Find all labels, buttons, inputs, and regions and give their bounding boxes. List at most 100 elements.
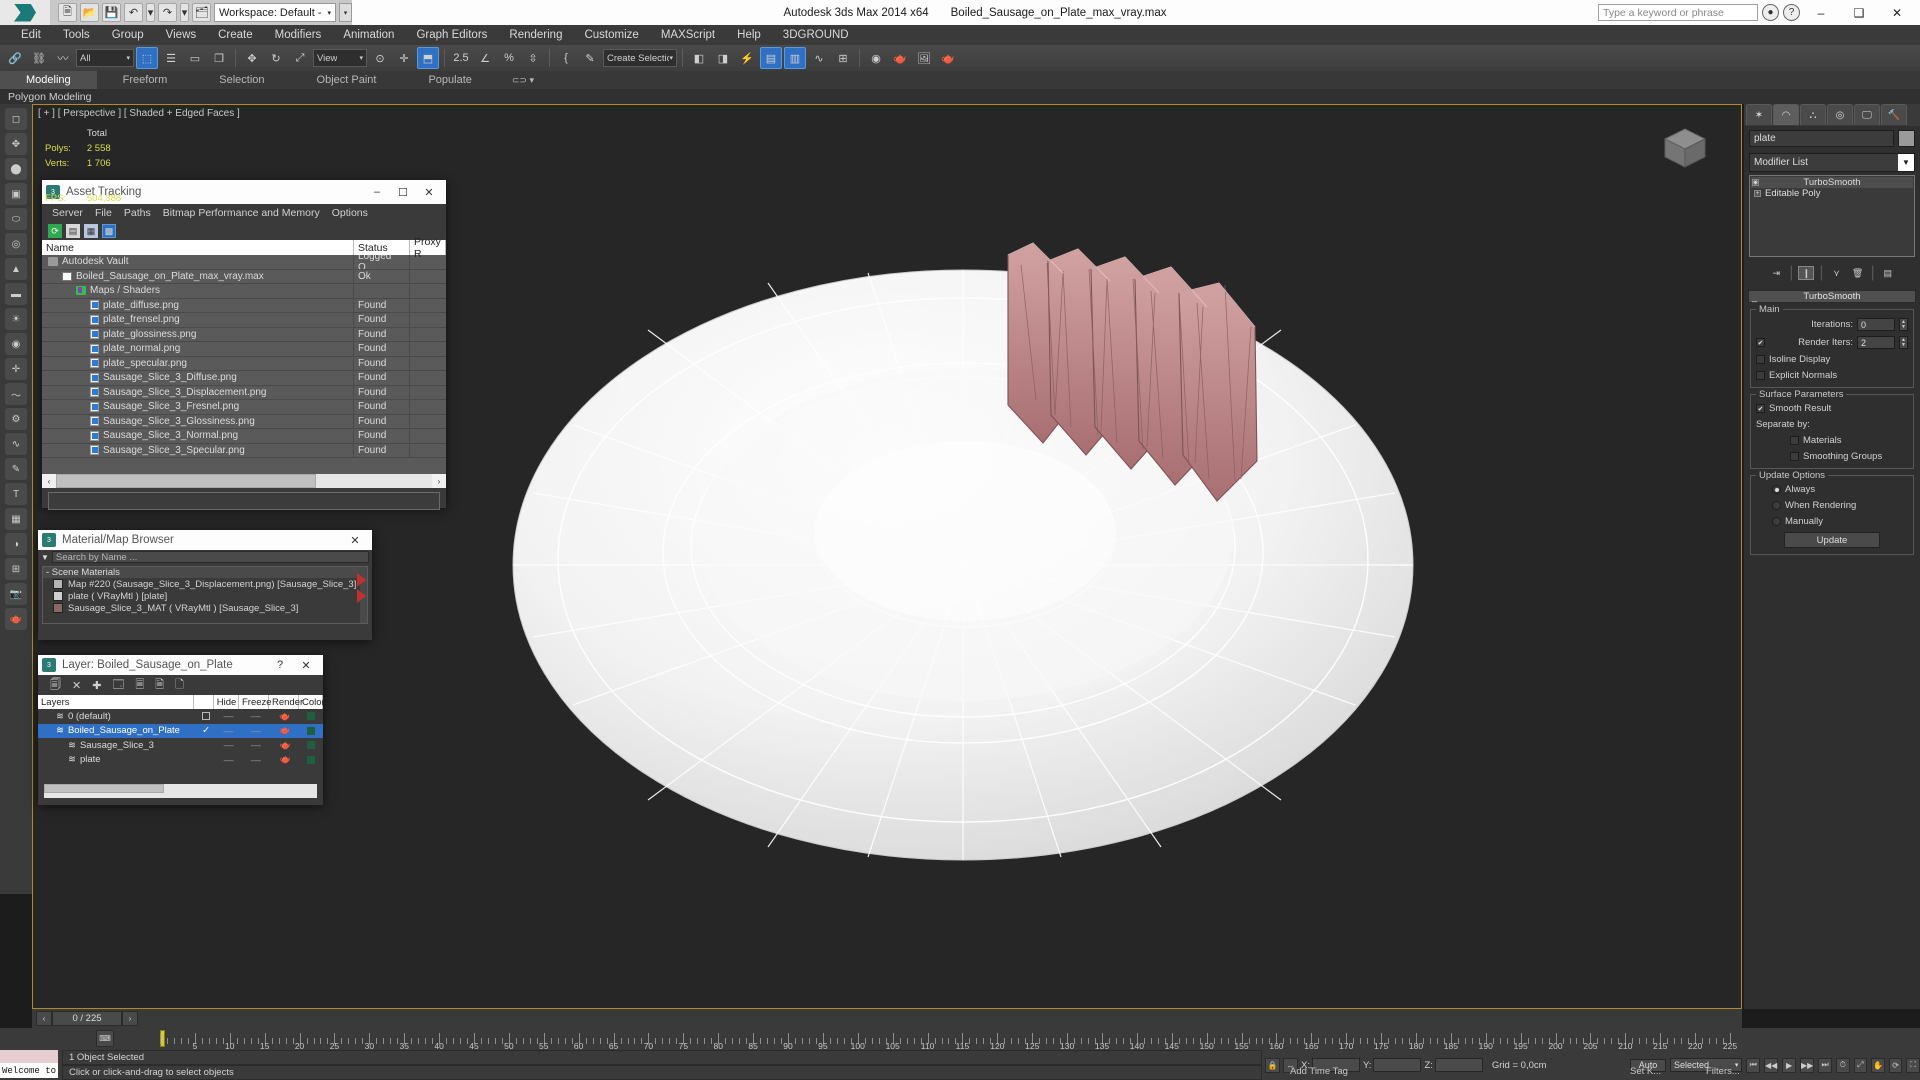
- layer-row[interactable]: ≋ Boiled_Sausage_on_Plate ✓ –– –– 🫖: [38, 723, 323, 738]
- menu-item-3dground[interactable]: 3DGROUND: [772, 25, 860, 45]
- layer-hide-toggle[interactable]: ––: [216, 711, 241, 721]
- scene-explorer-icon[interactable]: ▤: [760, 47, 782, 69]
- tool-material-icon[interactable]: ◑: [5, 533, 27, 555]
- material-map-browser-window[interactable]: 3 Material/Map Browser ✕ ▼ Search by Nam…: [38, 530, 372, 640]
- tab-utilities[interactable]: 🔨: [1881, 104, 1907, 125]
- add-new-layer-icon[interactable]: 🗋: [175, 676, 184, 695]
- modifier-stack[interactable]: ◉ TurboSmooth + Editable Poly: [1749, 175, 1915, 257]
- menu-item-group[interactable]: Group: [101, 25, 155, 45]
- list-item[interactable]: plate ( VRayMtl ) [plate]: [43, 590, 367, 602]
- view-cube-icon[interactable]: [1657, 119, 1713, 175]
- modifier-eye-icon[interactable]: ◉: [1752, 179, 1759, 186]
- layer-render-toggle[interactable]: 🫖: [270, 725, 299, 736]
- layer-title-bar[interactable]: 3 Layer: Boiled_Sausage_on_Plate ? ✕: [38, 655, 323, 675]
- tool-camera-icon[interactable]: ◉: [5, 333, 27, 355]
- key-mode-toggle-icon[interactable]: ⌨: [96, 1030, 114, 1047]
- layer-explorer-icon[interactable]: ⚡: [736, 47, 758, 69]
- close-button[interactable]: ✕: [1880, 0, 1914, 25]
- go-to-end-icon[interactable]: ⏭: [1818, 1057, 1832, 1073]
- column-header-status[interactable]: Status: [354, 240, 410, 255]
- reference-coordinate-combo[interactable]: View ▾: [313, 49, 367, 67]
- next-key-icon[interactable]: ▶▶: [1799, 1057, 1815, 1073]
- angle-snap-toggle-icon[interactable]: 2.5: [450, 47, 472, 69]
- tool-light-icon[interactable]: ☀: [5, 308, 27, 330]
- mirror-icon[interactable]: {: [555, 47, 577, 69]
- asset-tracking-minimize-button[interactable]: –: [364, 180, 390, 204]
- window-crossing-icon[interactable]: ❐: [208, 47, 230, 69]
- tab-display[interactable]: 🖵: [1854, 104, 1880, 125]
- scroll-right-icon[interactable]: ›: [432, 474, 446, 488]
- tool-select-icon[interactable]: ◻: [5, 108, 27, 130]
- tool-spline-icon[interactable]: ✎: [5, 458, 27, 480]
- layer-col-layers[interactable]: Layers: [38, 695, 195, 709]
- mmb-search-input[interactable]: Search by Name ...: [51, 551, 369, 563]
- maximize-viewport-icon[interactable]: ⛶: [1906, 1057, 1920, 1073]
- workspace-expand-icon[interactable]: ▾: [339, 3, 353, 22]
- snaps-toggle-icon[interactable]: ⬒: [417, 47, 439, 69]
- layer-hide-toggle[interactable]: ––: [216, 726, 241, 736]
- layer-scroll-thumb[interactable]: [44, 783, 164, 793]
- pin-stack-icon[interactable]: ⇥: [1768, 266, 1784, 280]
- layer-manager-icon[interactable]: ▥: [784, 47, 806, 69]
- ribbon-tab-populate[interactable]: Populate: [402, 71, 497, 89]
- tab-hierarchy[interactable]: ⛬: [1800, 104, 1826, 125]
- remove-modifier-icon[interactable]: 🗑: [1850, 266, 1866, 280]
- align-icon[interactable]: ✎: [579, 47, 601, 69]
- selection-filter-combo[interactable]: All ▾: [76, 49, 134, 67]
- keyword-search-input[interactable]: Type a keyword or phrase: [1598, 4, 1758, 21]
- project-folder-icon[interactable]: 🗂: [192, 3, 211, 22]
- table-row[interactable]: Autodesk Vault Logged O...: [42, 254, 446, 270]
- render-production-icon[interactable]: 🫖: [937, 47, 959, 69]
- current-layer-box-icon[interactable]: [202, 712, 211, 721]
- current-layer-check-icon[interactable]: ✓: [202, 725, 210, 736]
- open-file-icon[interactable]: 📂: [80, 3, 99, 22]
- scroll-left-icon[interactable]: ‹: [42, 474, 56, 488]
- layer-hide-toggle[interactable]: ––: [216, 740, 241, 750]
- show-end-result-icon[interactable]: ❙: [1798, 266, 1815, 280]
- smoothing-groups-checkbox[interactable]: [1790, 452, 1799, 461]
- layer-col-render[interactable]: Render: [269, 695, 303, 709]
- detail-view-icon[interactable]: ▦: [84, 224, 98, 238]
- layer-freeze-toggle[interactable]: ––: [241, 711, 270, 721]
- menu-item-create[interactable]: Create: [207, 25, 264, 45]
- render-frame-window-icon[interactable]: 🖼: [913, 47, 935, 69]
- layer-close-button[interactable]: ✕: [293, 655, 319, 675]
- render-iters-checkbox[interactable]: ✔: [1756, 338, 1765, 347]
- iterations-spinner[interactable]: ▲ ▼: [1899, 318, 1908, 331]
- modifier-list-dropdown[interactable]: Modifier List ▼: [1749, 153, 1915, 172]
- column-header-name[interactable]: Name: [42, 240, 354, 255]
- select-by-name-icon[interactable]: ☰: [160, 47, 182, 69]
- rollout-collapse-icon[interactable]: _: [1752, 292, 1757, 302]
- menu-item-customize[interactable]: Customize: [573, 25, 649, 45]
- at-menu-file[interactable]: File: [89, 207, 118, 219]
- application-menu-button[interactable]: [0, 0, 50, 25]
- menu-item-edit[interactable]: Edit: [10, 25, 52, 45]
- ribbon-tab-modeling[interactable]: Modeling: [0, 71, 97, 89]
- menu-item-tools[interactable]: Tools: [52, 25, 101, 45]
- mmb-group-scene-materials[interactable]: - Scene Materials: [43, 567, 367, 578]
- mmb-title-bar[interactable]: 3 Material/Map Browser ✕: [38, 530, 372, 550]
- schematic-view-icon[interactable]: ⊞: [832, 47, 854, 69]
- prev-key-icon[interactable]: ◀◀: [1764, 1057, 1779, 1073]
- new-file-icon[interactable]: 🗎: [58, 3, 77, 22]
- percent-snap-toggle-icon[interactable]: ∠: [474, 47, 496, 69]
- render-iters-input[interactable]: 2: [1857, 336, 1895, 349]
- select-link-icon[interactable]: 🔗: [4, 47, 26, 69]
- table-row[interactable]: Sausage_Slice_3_Fresnel.png Found: [42, 399, 446, 415]
- minimize-button[interactable]: –: [1804, 0, 1838, 25]
- make-unique-icon[interactable]: ⋎: [1829, 266, 1845, 280]
- edit-named-selection-sets-icon[interactable]: ⇳: [522, 47, 544, 69]
- tool-cylinder-icon[interactable]: ⬭: [5, 208, 27, 230]
- layer-freeze-toggle[interactable]: ––: [241, 740, 270, 750]
- isoline-display-checkbox[interactable]: [1756, 355, 1765, 364]
- add-selection-to-layer-icon[interactable]: ✚: [92, 679, 101, 692]
- filters-button[interactable]: Filters...: [1706, 1066, 1740, 1077]
- table-row[interactable]: plate_normal.png Found: [42, 341, 446, 357]
- save-file-icon[interactable]: 💾: [102, 3, 121, 22]
- layer-color-swatch[interactable]: [307, 741, 316, 750]
- tool-cone-icon[interactable]: ▲: [5, 258, 27, 280]
- tool-spacewarp-icon[interactable]: 〜: [5, 383, 27, 405]
- layer-color-swatch[interactable]: [307, 712, 316, 721]
- asset-tracking-maximize-button[interactable]: ☐: [390, 180, 416, 204]
- layer-color-swatch[interactable]: [307, 755, 316, 764]
